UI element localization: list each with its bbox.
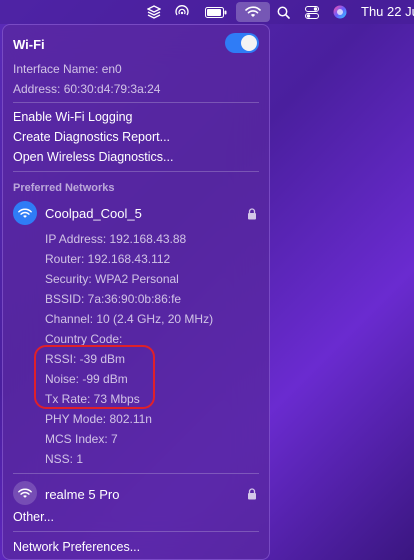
nss-value: NSS: 1: [45, 452, 84, 466]
menu-bar: Thu 22 Ju: [0, 0, 414, 24]
mac-address: Address: 60:30:d4:79:3a:24: [13, 82, 161, 96]
search-icon[interactable]: [274, 2, 292, 22]
wifi-menu-icon[interactable]: [236, 2, 270, 22]
wifi-toggle-knob: [241, 35, 257, 51]
other-networks-item[interactable]: Other...: [13, 510, 54, 524]
highlight-annotation: [34, 345, 155, 409]
separator: [13, 473, 259, 474]
wifi-signal-icon: [13, 201, 37, 225]
menubar-clock[interactable]: Thu 22 Ju: [361, 4, 414, 19]
network-preferences-item[interactable]: Network Preferences...: [13, 540, 140, 554]
preferred-networks-heading: Preferred Networks: [13, 182, 115, 194]
interface-name: Interface Name: en0: [13, 62, 122, 76]
airdrop-icon[interactable]: [172, 2, 192, 22]
battery-icon[interactable]: [203, 2, 229, 22]
wifi-signal-icon: [13, 481, 37, 505]
enable-wifi-logging-item[interactable]: Enable Wi-Fi Logging: [13, 110, 133, 124]
separator: [13, 102, 259, 103]
wifi-title: Wi-Fi: [13, 37, 45, 52]
wifi-menu-panel: Wi-Fi Interface Name: en0 Address: 60:30…: [2, 24, 270, 560]
wifi-toggle[interactable]: [225, 33, 259, 53]
separator: [13, 531, 259, 532]
network-item-coolpad[interactable]: Coolpad_Cool_5: [45, 206, 142, 221]
phy-mode: PHY Mode: 802.11n: [45, 412, 152, 426]
lock-icon: [247, 207, 257, 220]
control-center-icon[interactable]: [303, 2, 321, 22]
separator: [13, 171, 259, 172]
ip-address: IP Address: 192.168.43.88: [45, 232, 187, 246]
create-diagnostics-report-item[interactable]: Create Diagnostics Report...: [13, 130, 170, 144]
channel-info: Channel: 10 (2.4 GHz, 20 MHz): [45, 312, 214, 326]
network-item-realme[interactable]: realme 5 Pro: [45, 487, 119, 502]
security-type: Security: WPA2 Personal: [45, 272, 179, 286]
siri-icon[interactable]: [331, 2, 349, 22]
lock-icon: [247, 487, 257, 500]
country-code: Country Code:: [45, 332, 123, 346]
layers-icon[interactable]: [144, 2, 164, 22]
bssid: BSSID: 7a:36:90:0b:86:fe: [45, 292, 182, 306]
router-address: Router: 192.168.43.112: [45, 252, 171, 266]
mcs-index: MCS Index: 7: [45, 432, 118, 446]
open-wireless-diagnostics-item[interactable]: Open Wireless Diagnostics...: [13, 150, 173, 164]
